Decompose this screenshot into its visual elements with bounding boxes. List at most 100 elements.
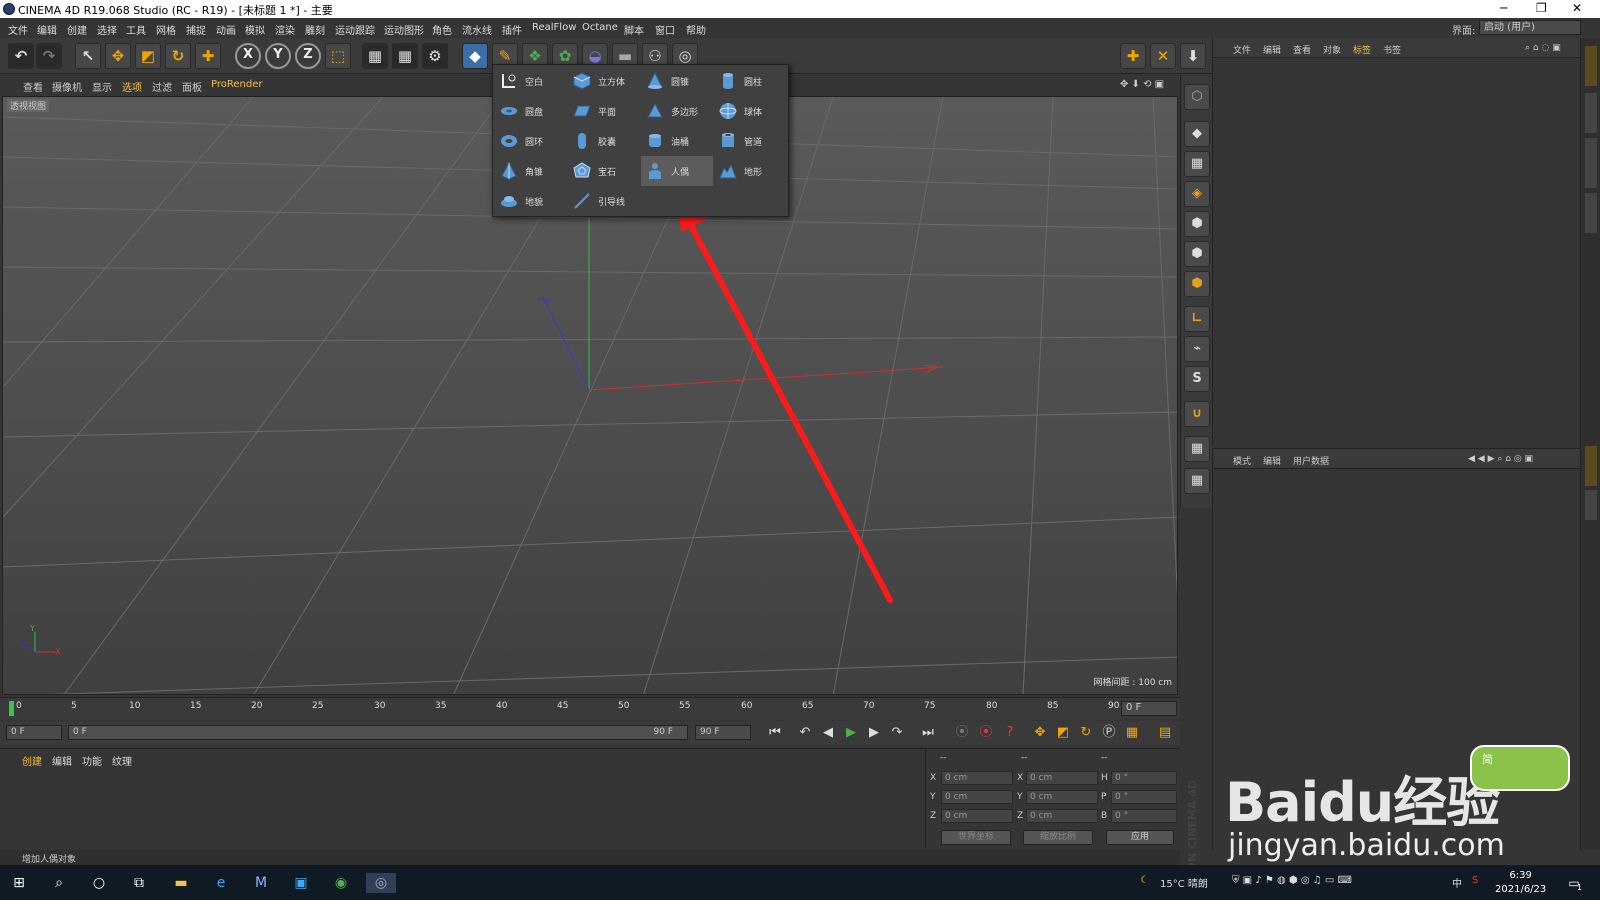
timeline-window-icon[interactable]: ▤ bbox=[1155, 724, 1175, 742]
primitive-pyramid[interactable]: 角锥 bbox=[495, 156, 567, 186]
keyframe-record-icon[interactable]: ⦿ bbox=[952, 724, 972, 742]
key-scale-icon[interactable]: ◩ bbox=[1053, 724, 1073, 742]
texture-mode-icon[interactable]: ▦ bbox=[1184, 151, 1210, 177]
apply-button[interactable]: 应用 bbox=[1106, 830, 1174, 845]
menu-pipeline[interactable]: 流水线 bbox=[462, 22, 492, 37]
menu-file[interactable]: 文件 bbox=[8, 22, 28, 37]
model-mode-icon[interactable]: ◆ bbox=[1184, 121, 1210, 147]
menu-mograph[interactable]: 运动图形 bbox=[384, 22, 424, 37]
ime-indicator[interactable]: 中 bbox=[1452, 875, 1462, 890]
make-editable-icon[interactable]: ⬡ bbox=[1184, 84, 1210, 110]
material-tab-texture[interactable]: 纹理 bbox=[112, 753, 132, 768]
menu-create[interactable]: 创建 bbox=[67, 22, 87, 37]
primitive-figure[interactable]: 人偶 bbox=[641, 156, 713, 186]
viewport-menu-cameras[interactable]: 摄像机 bbox=[52, 79, 82, 94]
frame-range-slider[interactable]: 0 F 90 F bbox=[68, 725, 688, 740]
timeline-playhead[interactable] bbox=[9, 701, 14, 716]
previous-frame-icon[interactable]: ◀ bbox=[818, 724, 838, 742]
timeline-ruler[interactable]: 0 5 10 15 20 25 30 35 40 45 50 55 60 65 … bbox=[0, 697, 1180, 719]
object-menu-edit[interactable]: 编辑 bbox=[1263, 43, 1281, 56]
edges-mode-icon[interactable]: ⬢ bbox=[1184, 241, 1210, 267]
rotation-p-field[interactable]: 0 ° bbox=[1111, 790, 1177, 804]
z-axis-lock-icon[interactable]: Z bbox=[295, 43, 321, 69]
render-settings-icon[interactable]: ⚙ bbox=[422, 43, 448, 69]
minimize-button[interactable]: ─ bbox=[1500, 1, 1507, 15]
recent-tool-icon[interactable]: ✚ bbox=[195, 43, 221, 69]
viewport-menu-view[interactable]: 查看 bbox=[23, 79, 43, 94]
axis-mode-icon[interactable]: ∟ bbox=[1184, 306, 1210, 332]
restore-button[interactable]: ❐ bbox=[1536, 1, 1547, 15]
undo-icon[interactable]: ↶ bbox=[8, 43, 34, 69]
primitive-null[interactable]: 空白 bbox=[495, 66, 567, 96]
go-to-end-icon[interactable]: ⏭ bbox=[918, 724, 938, 742]
points-mode-icon[interactable]: ⬢ bbox=[1184, 211, 1210, 237]
primitive-disc[interactable]: 圆盘 bbox=[495, 96, 567, 126]
close-button[interactable]: ✕ bbox=[1572, 1, 1582, 15]
system-clock[interactable]: 6:39 2021/6/23 bbox=[1495, 869, 1546, 897]
x-axis-lock-icon[interactable]: X bbox=[235, 43, 261, 69]
menu-render[interactable]: 渲染 bbox=[275, 22, 295, 37]
workplane-mode-icon[interactable]: ◈ bbox=[1184, 181, 1210, 207]
menu-simulate[interactable]: 模拟 bbox=[245, 22, 265, 37]
viewport-menu-panel[interactable]: 面板 bbox=[182, 79, 202, 94]
start-icon[interactable]: ⊞ bbox=[8, 873, 30, 893]
attribute-menu-edit[interactable]: 编辑 bbox=[1263, 454, 1281, 467]
primitive-torus[interactable]: 圆环 bbox=[495, 126, 567, 156]
menu-realflow[interactable]: RealFlow bbox=[532, 22, 576, 33]
primitive-cone[interactable]: 圆锥 bbox=[641, 66, 713, 96]
primitive-cylinder[interactable]: 圆柱 bbox=[714, 66, 786, 96]
primitive-sphere[interactable]: 球体 bbox=[714, 96, 786, 126]
material-tab-edit[interactable]: 编辑 bbox=[52, 753, 72, 768]
menu-edit[interactable]: 编辑 bbox=[37, 22, 57, 37]
menu-snap[interactable]: 捕捉 bbox=[186, 22, 206, 37]
size-x-field[interactable]: 0 cm bbox=[1026, 771, 1098, 785]
current-frame-field[interactable]: 0 F bbox=[1121, 701, 1177, 716]
tweak-mode-icon[interactable]: ⌁ bbox=[1184, 336, 1210, 362]
position-z-field[interactable]: 0 cm bbox=[941, 809, 1013, 823]
attribute-menu-user-data[interactable]: 用户数据 bbox=[1293, 454, 1329, 467]
primitive-polygon[interactable]: 多边形 bbox=[641, 96, 713, 126]
menu-mesh[interactable]: 网格 bbox=[156, 22, 176, 37]
rotation-h-field[interactable]: 0 ° bbox=[1111, 771, 1177, 785]
size-y-field[interactable]: 0 cm bbox=[1026, 790, 1098, 804]
end-frame-field[interactable]: 90 F bbox=[695, 725, 751, 740]
menu-sculpt[interactable]: 雕刻 bbox=[305, 22, 325, 37]
search-icon[interactable]: ⌕ bbox=[48, 873, 70, 893]
move-tool-icon[interactable]: ✥ bbox=[105, 43, 131, 69]
object-menu-bookmarks[interactable]: 书签 bbox=[1383, 43, 1401, 56]
key-pla-icon[interactable]: ▦ bbox=[1122, 724, 1142, 742]
menu-motion-tracking[interactable]: 运动跟踪 bbox=[335, 22, 375, 37]
wechat-icon[interactable]: ◉ bbox=[330, 873, 352, 893]
position-y-field[interactable]: 0 cm bbox=[941, 790, 1013, 804]
menu-select[interactable]: 选择 bbox=[97, 22, 117, 37]
render-view-icon[interactable]: ▦ bbox=[362, 43, 388, 69]
side-tab[interactable] bbox=[1585, 193, 1597, 233]
select-cursor-icon[interactable]: ↖ bbox=[75, 43, 101, 69]
side-tab[interactable] bbox=[1585, 46, 1597, 86]
scale-tool-icon[interactable]: ◩ bbox=[135, 43, 161, 69]
add-icon[interactable]: ✚ bbox=[1120, 43, 1146, 69]
material-tab-create[interactable]: 创建 bbox=[22, 753, 42, 768]
menu-tools[interactable]: 工具 bbox=[126, 22, 146, 37]
cube-primitive-icon[interactable]: ◆ bbox=[462, 43, 488, 69]
tray-icons[interactable]: ⛨ ▣ ♪ ⚑ ◍ ⬢ ◎ ♫ ▭ ⌨ bbox=[1232, 875, 1352, 886]
object-menu-objects[interactable]: 对象 bbox=[1323, 43, 1341, 56]
viewport-menu-filter[interactable]: 过滤 bbox=[152, 79, 172, 94]
workplane-grid-icon[interactable]: ▦ bbox=[1184, 468, 1210, 494]
menu-plugins[interactable]: 插件 bbox=[502, 22, 522, 37]
snapping-icon[interactable]: S bbox=[1184, 366, 1210, 392]
autokey-icon[interactable]: ⦿ bbox=[976, 724, 996, 742]
key-parameter-icon[interactable]: Ⓟ bbox=[1099, 724, 1119, 742]
object-menu-file[interactable]: 文件 bbox=[1233, 43, 1251, 56]
menu-animate[interactable]: 动画 bbox=[216, 22, 236, 37]
primitive-plane[interactable]: 平面 bbox=[568, 96, 640, 126]
weather-text[interactable]: 15°C 晴朗 bbox=[1160, 875, 1208, 890]
primitive-guide[interactable]: 引导线 bbox=[568, 186, 640, 216]
menu-script[interactable]: 脚本 bbox=[624, 22, 644, 37]
scale-ratio-select[interactable]: 缩放比例 bbox=[1023, 830, 1093, 845]
menu-character[interactable]: 角色 bbox=[432, 22, 452, 37]
next-frame-icon[interactable]: ▶ bbox=[864, 724, 884, 742]
interface-layout-select[interactable]: 启动 (用户) bbox=[1479, 20, 1581, 35]
file-explorer-icon[interactable]: ▬ bbox=[170, 873, 192, 893]
snap-icon[interactable]: ✕ bbox=[1150, 43, 1176, 69]
